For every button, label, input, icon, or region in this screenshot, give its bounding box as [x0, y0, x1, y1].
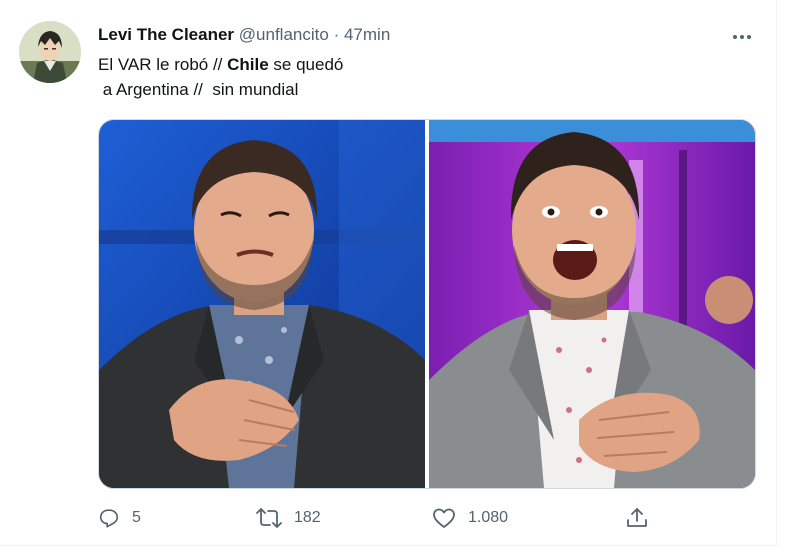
- like-button[interactable]: 1.080: [432, 503, 508, 533]
- more-options-button[interactable]: [728, 22, 756, 48]
- reply-count: 5: [132, 509, 141, 526]
- like-count: 1.080: [468, 509, 509, 526]
- reply-icon: [99, 509, 119, 528]
- retweet-button[interactable]: 182: [256, 503, 321, 533]
- tweet-text-line1-part1: El VAR le robó //: [98, 55, 228, 74]
- more-dots-icon: [732, 26, 753, 44]
- tweet-card[interactable]: Levi The Cleaner @unflancito · 47min El …: [0, 0, 777, 546]
- author-avatar[interactable]: [19, 21, 81, 83]
- retweet-count: 182: [294, 509, 321, 526]
- tweet-header: Levi The Cleaner @unflancito · 47min: [98, 24, 390, 45]
- author-name[interactable]: Levi The Cleaner: [98, 25, 234, 44]
- heart-icon: [433, 508, 455, 528]
- man-sad-face-photo-icon: [99, 120, 425, 488]
- man-laughing-photo-icon: [429, 120, 755, 488]
- tweet-media[interactable]: [98, 119, 756, 489]
- tweet-time[interactable]: 47min: [344, 25, 390, 44]
- header-separator: ·: [333, 25, 340, 44]
- share-button[interactable]: [625, 503, 649, 533]
- tweet-text: El VAR le robó // Chile se quedó a Argen…: [98, 52, 343, 102]
- share-icon: [627, 508, 647, 527]
- tweet-text-line1-part2: se quedó: [268, 55, 344, 74]
- photo-left[interactable]: [99, 120, 425, 488]
- retweet-icon: [256, 508, 282, 528]
- photo-right[interactable]: [429, 120, 755, 488]
- anime-character-avatar-icon: [19, 21, 81, 83]
- tweet-actions: 5 182 1.080: [98, 503, 658, 533]
- tweet-text-bold: Chile: [227, 55, 269, 74]
- author-handle[interactable]: @unflancito: [239, 25, 329, 44]
- tweet-text-line2: a Argentina // sin mundial: [98, 80, 299, 99]
- reply-button[interactable]: 5: [98, 503, 141, 533]
